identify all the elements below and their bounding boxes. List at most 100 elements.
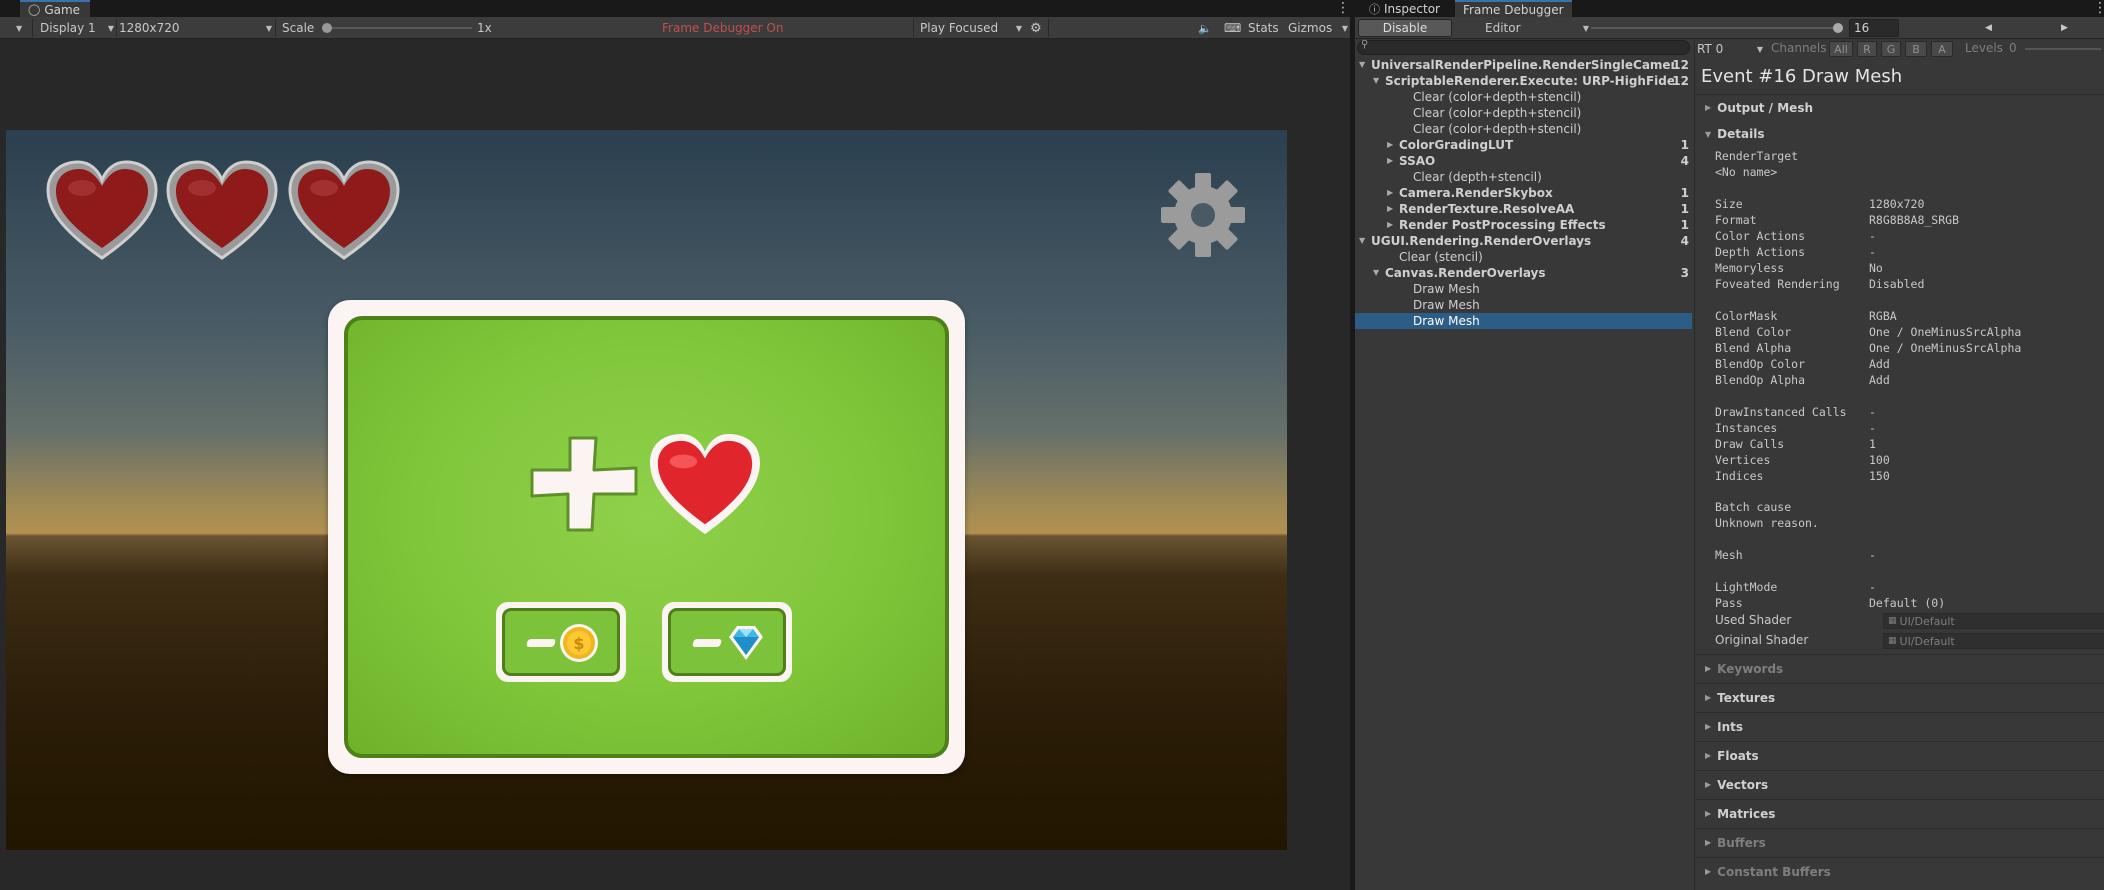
event-slider-thumb[interactable] (1833, 23, 1843, 33)
gem-cost-button[interactable] (662, 602, 792, 682)
display-dropdown[interactable]: Display 1 ▼ (40, 17, 114, 39)
channel-a-button[interactable]: A (1931, 41, 1953, 57)
tree-row[interactable]: Clear (depth+stencil) (1355, 169, 1692, 185)
disable-button[interactable]: Disable (1358, 19, 1452, 37)
previous-event-icon[interactable]: ◀ (1985, 17, 1992, 39)
tree-search-input[interactable]: ⚲ (1357, 39, 1690, 55)
game-panel-menu-icon[interactable]: ⋮ (1336, 1, 1350, 16)
tree-row[interactable]: Clear (stencil) (1355, 249, 1692, 265)
channel-all-button[interactable]: All (1829, 41, 1853, 57)
gear-icon[interactable] (1158, 170, 1248, 260)
tree-row[interactable]: ▼ UGUI.Rendering.RenderOverlays 4 (1355, 233, 1692, 249)
tree-row[interactable]: ▼ ScriptableRenderer.Execute: URP-HighFid… (1355, 73, 1692, 89)
inspector-menu-icon[interactable]: ⋮ (2093, 1, 2104, 16)
tree-row[interactable]: ▼ Canvas.RenderOverlays 3 (1355, 265, 1692, 281)
section-keywords-foldout[interactable]: ▶ Keywords (1695, 654, 2104, 682)
coin-cost-button[interactable]: $ (496, 602, 626, 682)
heart-icon (46, 160, 158, 260)
tree-row-count: 1 (1680, 202, 1689, 216)
next-event-icon[interactable]: ▶ (2061, 17, 2068, 39)
channel-g-button[interactable]: G (1881, 41, 1901, 57)
pass-label: Pass (1715, 596, 1743, 610)
tree-row[interactable]: Draw Mesh (1355, 313, 1692, 329)
tree-row[interactable]: ▶ Render PostProcessing Effects 1 (1355, 217, 1692, 233)
scale-slider-track[interactable] (322, 23, 472, 33)
levels-slider[interactable] (2025, 48, 2101, 50)
triangle-right-icon[interactable]: ▶ (1387, 185, 1393, 201)
property-value: R8G8B8A8_SRGB (1869, 213, 1960, 227)
divider (32, 19, 33, 37)
divider (913, 19, 914, 37)
tree-row[interactable]: Draw Mesh (1355, 281, 1692, 297)
game-view[interactable]: $ (6, 130, 1287, 850)
divider (1048, 19, 1049, 37)
diamond-icon (729, 626, 763, 660)
tree-row[interactable]: ▶ ColorGradingLUT 1 (1355, 137, 1692, 153)
property-value: Add (1869, 373, 1890, 387)
resolution-dropdown[interactable]: 1280x720 ▼ (119, 17, 272, 39)
svg-text:$: $ (573, 634, 584, 653)
play-mode-dropdown[interactable]: Play Focused ▼ (920, 17, 1022, 39)
heart-icon (288, 160, 400, 260)
tree-row[interactable]: Clear (color+depth+stencil) (1355, 105, 1692, 121)
triangle-right-icon[interactable]: ▶ (1387, 201, 1393, 217)
event-detail: RT 0 ▼ Channels All R G B A Levels 0 Eve… (1694, 40, 2104, 890)
event-slider-track[interactable] (1591, 23, 1843, 33)
tree-row[interactable]: Clear (color+depth+stencil) (1355, 89, 1692, 105)
tree-row-label: Clear (stencil) (1399, 250, 1483, 264)
triangle-down-icon[interactable]: ▼ (1373, 265, 1379, 281)
tree-row[interactable]: ▶ RenderTexture.ResolveAA 1 (1355, 201, 1692, 217)
stats-button[interactable]: Stats (1248, 17, 1279, 39)
event-index-field[interactable]: 16 (1849, 19, 1899, 37)
event-tree: ▼ UniversalRenderPipeline.RenderSingleCam… (1355, 57, 1692, 890)
mesh-value: - (1869, 548, 1876, 562)
section-buffers-foldout[interactable]: ▶ Buffers (1695, 828, 2104, 856)
triangle-right-icon: ▶ (1705, 838, 1712, 847)
divider (275, 19, 276, 37)
tree-row[interactable]: Draw Mesh (1355, 297, 1692, 313)
gizmos-dropdown[interactable]: Gizmos ▼ (1288, 17, 1348, 39)
keyboard-icon[interactable]: ⌨ (1224, 17, 1241, 39)
triangle-down-icon[interactable]: ▼ (1359, 57, 1365, 73)
section-matrices-foldout[interactable]: ▶ Matrices (1695, 799, 2104, 827)
triangle-right-icon[interactable]: ▶ (1387, 153, 1393, 169)
heart-icon (650, 433, 760, 535)
original-shader-field[interactable]: ▦ UI/Default (1883, 633, 2104, 649)
audio-icon[interactable]: 🔈 (1198, 17, 1212, 39)
target-dropdown[interactable]: Editor ▼ (1485, 17, 1589, 39)
output-mesh-foldout[interactable]: ▶ Output / Mesh (1695, 94, 2104, 120)
frame-debugger-toolbar: Disable Editor ▼ 16 ◀ ▶ (1355, 17, 2104, 39)
game-view-selector[interactable]: ▼ (16, 17, 22, 39)
render-target-dropdown[interactable]: RT 0 ▼ (1697, 38, 1763, 60)
tab-game[interactable]: ◯ Game (20, 0, 90, 17)
tree-row-label: Clear (depth+stencil) (1413, 170, 1542, 184)
tab-frame-debugger[interactable]: Frame Debugger (1455, 0, 1572, 17)
tree-row[interactable]: Clear (color+depth+stencil) (1355, 121, 1692, 137)
channel-r-button[interactable]: R (1857, 41, 1877, 57)
frame-debugger-panel: ⓘ Inspector Frame Debugger ⋮ Disable Edi… (1355, 0, 2104, 890)
tab-inspector[interactable]: ⓘ Inspector (1361, 0, 1448, 17)
tree-row-label: Draw Mesh (1413, 282, 1480, 296)
tree-row[interactable]: ▶ SSAO 4 (1355, 153, 1692, 169)
triangle-down-icon[interactable]: ▼ (1373, 73, 1379, 89)
tree-row-label: Render PostProcessing Effects (1399, 218, 1606, 232)
original-shader-label: Original Shader (1715, 633, 1809, 647)
section-vectors-foldout[interactable]: ▶ Vectors (1695, 770, 2104, 798)
triangle-down-icon[interactable]: ▼ (1359, 233, 1365, 249)
details-foldout[interactable]: ▼ Details (1695, 122, 2104, 146)
triangle-right-icon[interactable]: ▶ (1387, 137, 1393, 153)
section-textures-foldout[interactable]: ▶ Textures (1695, 683, 2104, 711)
game-toolbar: ▼ Display 1 ▼ 1280x720 ▼ Scale 1x Frame … (0, 17, 1350, 39)
tree-row[interactable]: ▼ UniversalRenderPipeline.RenderSingleCam… (1355, 57, 1692, 73)
scale-slider-thumb[interactable] (322, 23, 332, 33)
section-constant-buffers-foldout[interactable]: ▶ Constant Buffers (1695, 857, 2104, 885)
event-title: Event #16 Draw Mesh (1701, 66, 1903, 87)
triangle-right-icon[interactable]: ▶ (1387, 217, 1393, 233)
tree-row-label: ScriptableRenderer.Execute: URP-HighFide… (1385, 74, 1674, 88)
used-shader-field[interactable]: ▦ UI/Default (1883, 613, 2104, 629)
section-ints-foldout[interactable]: ▶ Ints (1695, 712, 2104, 740)
tree-row[interactable]: ▶ Camera.RenderSkybox 1 (1355, 185, 1692, 201)
bug-icon[interactable]: ⚙ (1030, 17, 1042, 39)
channel-b-button[interactable]: B (1905, 41, 1927, 57)
section-floats-foldout[interactable]: ▶ Floats (1695, 741, 2104, 769)
